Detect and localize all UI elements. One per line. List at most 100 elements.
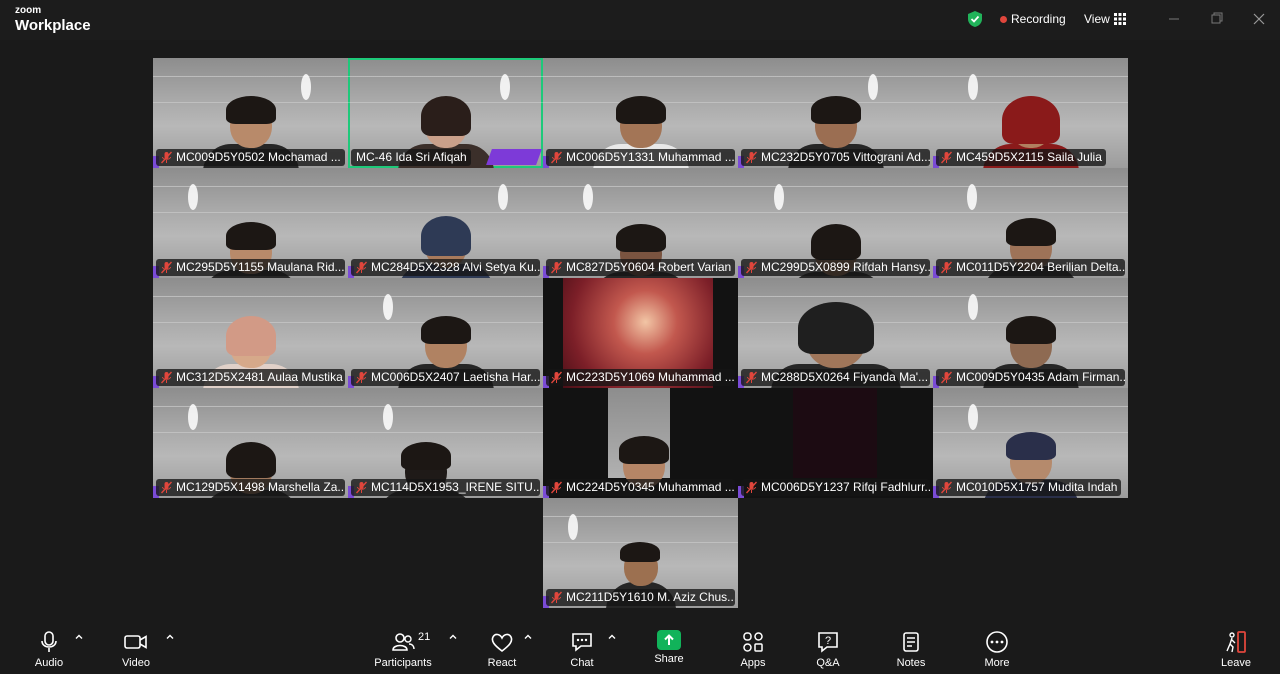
notes-label: Notes [896, 657, 926, 669]
video-tile[interactable]: MC010D5X1757 Mudita Indah [933, 388, 1128, 498]
participant-name-tag: MC006D5X2407 Laetisha Har... [351, 369, 540, 386]
leave-door-icon [1226, 631, 1246, 653]
video-tile[interactable]: MC827D5Y0604 Robert Varian [543, 168, 738, 278]
apps-icon [743, 632, 763, 652]
participant-name: MC006D5Y1331 Muhammad ... [566, 150, 735, 164]
minimize-icon[interactable] [1164, 10, 1184, 28]
restore-icon[interactable] [1206, 10, 1226, 28]
video-tile[interactable]: MC006D5Y1237 Rifqi Fadhlurr... [738, 388, 933, 498]
participant-name-tag: MC011D5Y2204 Berilian Delta... [936, 259, 1125, 276]
participant-name: MC299D5X0899 Rifdah Hansy... [761, 260, 930, 274]
mic-muted-icon [550, 481, 563, 494]
participant-name-tag: MC009D5Y0435 Adam Firman... [936, 369, 1125, 386]
participants-button[interactable]: Participants [370, 620, 436, 674]
video-tile[interactable]: MC299D5X0899 Rifdah Hansy... [738, 168, 933, 278]
participant-name-tag: MC009D5Y0502 Mochamad ... [156, 149, 345, 166]
video-tile[interactable]: MC224D5Y0345 Muhammad ... [543, 388, 738, 498]
mic-muted-icon [550, 591, 563, 604]
chat-button[interactable]: Chat [561, 620, 603, 674]
video-tile[interactable]: MC223D5Y1069 Muhammad ... [543, 278, 738, 388]
video-tile[interactable]: MC288D5X0264 Fiyanda Ma'... [738, 278, 933, 388]
question-bubble-icon: ? [818, 632, 838, 653]
more-dots-icon [986, 631, 1008, 653]
mic-muted-icon [940, 151, 953, 164]
mic-muted-icon [745, 151, 758, 164]
participant-name: MC827D5Y0604 Robert Varian [566, 260, 732, 274]
grid-view-icon[interactable] [1114, 13, 1126, 25]
heart-icon [491, 633, 513, 653]
mic-muted-icon [550, 261, 563, 274]
video-tile[interactable]: MC232D5Y0705 Vittograni Ad... [738, 58, 933, 168]
participant-name: MC129D5X1498 Marshella Za... [176, 480, 345, 494]
video-tile[interactable]: MC295D5Y1155 Maulana Rid... [153, 168, 348, 278]
participants-icon [392, 633, 415, 651]
leave-button[interactable]: Leave [1218, 620, 1254, 674]
video-tile[interactable]: MC009D5Y0435 Adam Firman... [933, 278, 1128, 388]
participant-name-tag: MC223D5Y1069 Muhammad ... [546, 369, 735, 386]
recording-label[interactable]: Recording [1011, 12, 1066, 26]
chevron-up-icon[interactable] [607, 632, 617, 642]
mic-muted-icon [550, 151, 563, 164]
chat-bubble-icon [572, 633, 592, 652]
video-tile[interactable]: MC114D5X1953_IRENE SITU... [348, 388, 543, 498]
chevron-up-icon[interactable] [74, 632, 84, 642]
mic-muted-icon [160, 151, 173, 164]
share-screen-icon [657, 630, 681, 650]
mic-muted-icon [940, 481, 953, 494]
participant-name: MC224D5Y0345 Muhammad ... [566, 480, 735, 494]
participant-name-tag: MC006D5Y1331 Muhammad ... [546, 149, 735, 166]
video-tile[interactable]: MC006D5X2407 Laetisha Har... [348, 278, 543, 388]
video-tile[interactable]: MC011D5Y2204 Berilian Delta... [933, 168, 1128, 278]
title-bar: zoom Workplace Recording View [0, 0, 1280, 40]
participant-name: MC006D5Y1237 Rifqi Fadhlurr... [761, 480, 930, 494]
participant-name-tag: MC288D5X0264 Fiyanda Ma'... [741, 369, 930, 386]
view-button[interactable]: View [1084, 12, 1110, 26]
video-button[interactable]: Video [114, 620, 158, 674]
participant-name: MC459D5X2115 Saila Julia [956, 150, 1102, 164]
video-tile[interactable]: MC129D5X1498 Marshella Za... [153, 388, 348, 498]
participant-name-tag: MC299D5X0899 Rifdah Hansy... [741, 259, 930, 276]
meeting-toolbar: Audio Video Participants 21 React Chat S… [0, 620, 1280, 674]
participant-name-tag: MC827D5Y0604 Robert Varian [546, 259, 735, 276]
chat-label: Chat [570, 657, 594, 669]
more-button[interactable]: More [978, 620, 1016, 674]
mic-muted-icon [550, 371, 563, 384]
chevron-up-icon[interactable] [448, 632, 458, 642]
chevron-up-icon[interactable] [523, 632, 533, 642]
participant-name: MC011D5Y2204 Berilian Delta... [956, 260, 1125, 274]
video-tile[interactable]: MC284D5X2328 Alvi Setya Ku... [348, 168, 543, 278]
participant-name-tag: MC129D5X1498 Marshella Za... [156, 479, 345, 496]
video-tile[interactable]: MC211D5Y1610 M. Aziz Chus... [543, 498, 738, 608]
participant-name: MC009D5Y0435 Adam Firman... [956, 370, 1125, 384]
participant-name: MC009D5Y0502 Mochamad ... [176, 150, 341, 164]
share-button[interactable]: Share [648, 620, 690, 674]
mic-muted-icon [355, 481, 368, 494]
apps-button[interactable]: Apps [734, 620, 772, 674]
react-button[interactable]: React [481, 620, 523, 674]
mic-muted-icon [355, 371, 368, 384]
video-tile[interactable]: MC459D5X2115 Saila Julia [933, 58, 1128, 168]
shield-check-icon[interactable] [966, 10, 984, 28]
participant-name-tag: MC312D5X2481 Aulaa Mustika [156, 369, 345, 386]
notes-button[interactable]: Notes [890, 620, 932, 674]
participant-name-tag: MC284D5X2328 Alvi Setya Ku... [351, 259, 540, 276]
video-tile[interactable]: MC006D5Y1331 Muhammad ... [543, 58, 738, 168]
participant-name-tag: MC211D5Y1610 M. Aziz Chus... [546, 589, 735, 606]
participant-name: MC312D5X2481 Aulaa Mustika [176, 370, 343, 384]
qa-label: Q&A [816, 657, 840, 669]
zoom-workplace-logo: zoom Workplace [15, 6, 91, 34]
participant-name-tag: MC459D5X2115 Saila Julia [936, 149, 1106, 166]
video-tile[interactable]: MC312D5X2481 Aulaa Mustika [153, 278, 348, 388]
mic-muted-icon [745, 261, 758, 274]
microphone-icon [41, 631, 57, 652]
qa-button[interactable]: ? Q&A [810, 620, 846, 674]
video-tile[interactable]: MC009D5Y0502 Mochamad ... [153, 58, 348, 168]
video-tile-active-speaker[interactable]: MC-46 Ida Sri Afiqah [348, 58, 543, 168]
audio-button[interactable]: Audio [28, 620, 70, 674]
chevron-up-icon[interactable] [165, 632, 175, 642]
recording-dot-icon [1000, 16, 1007, 23]
participant-name: MC284D5X2328 Alvi Setya Ku... [371, 260, 540, 274]
leave-label: Leave [1221, 657, 1251, 669]
audio-label: Audio [34, 657, 64, 669]
close-icon[interactable] [1249, 10, 1269, 28]
